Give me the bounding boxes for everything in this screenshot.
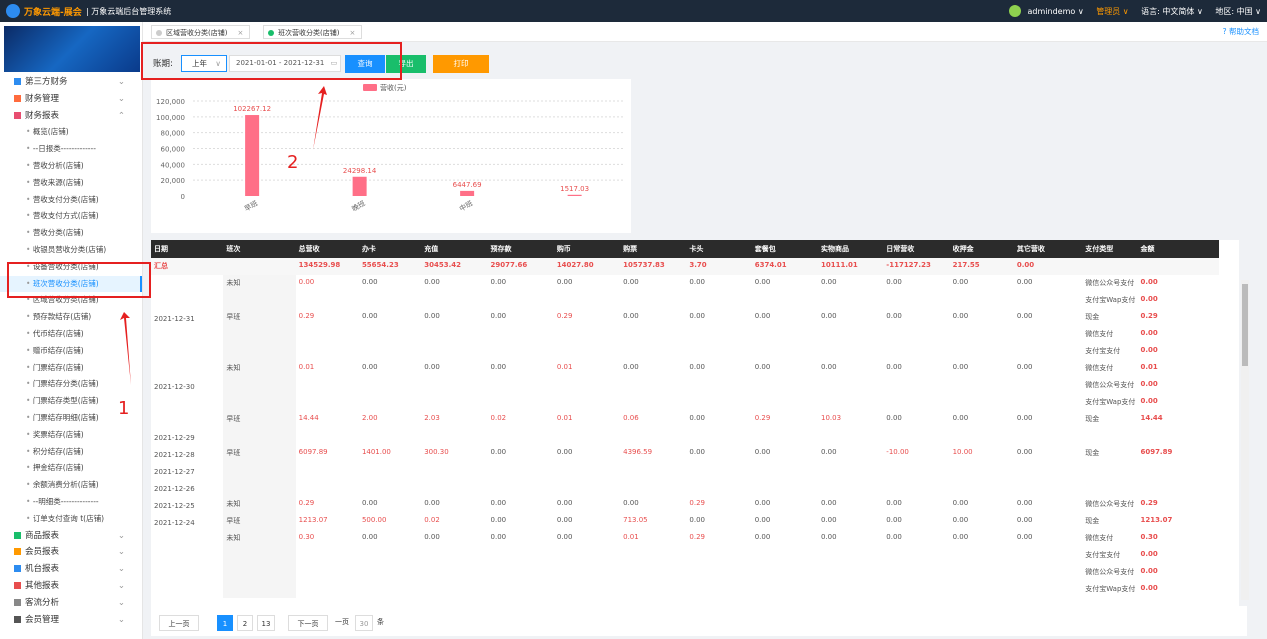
annotation-arrow-2: [313, 86, 327, 150]
annotation-arrows: [120, 86, 327, 385]
annotation-number-1: 1: [118, 398, 130, 419]
annotation-arrow-1: [120, 312, 131, 385]
annotation-number-2: 2: [287, 152, 299, 173]
